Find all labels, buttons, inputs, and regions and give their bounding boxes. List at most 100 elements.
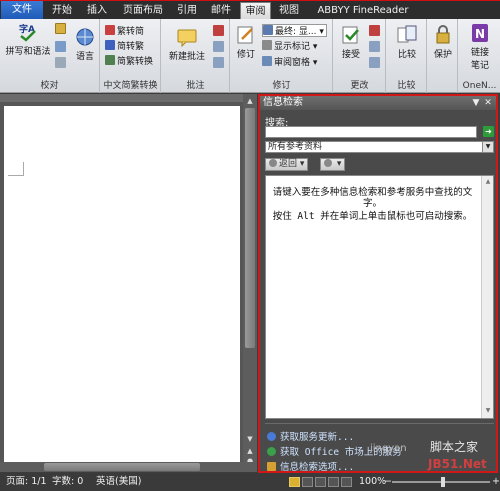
tab-insert[interactable]: 插入 — [82, 2, 112, 19]
close-icon[interactable]: ✕ — [482, 96, 494, 110]
tab-home[interactable]: 开始 — [47, 2, 77, 19]
research-results: 请键入要在多种信息检索和参考服务中查找的文 字。 按住 Alt 并在单词上单击鼠… — [265, 175, 494, 419]
document-area: ▲ ▼ ▲ ● — [0, 94, 257, 472]
outline-view-icon[interactable] — [328, 477, 339, 487]
delete-comment-icon[interactable] — [213, 25, 224, 36]
language-button[interactable]: 语言 — [72, 27, 98, 62]
vertical-scroll-thumb[interactable] — [245, 108, 255, 348]
previous-change-icon[interactable] — [369, 41, 380, 52]
tab-review[interactable]: 审阅 — [240, 2, 271, 19]
print-layout-view-icon[interactable] — [289, 477, 300, 487]
compare-label: 比较 — [397, 50, 416, 60]
next-comment-icon[interactable] — [213, 57, 224, 68]
tab-page-layout[interactable]: 页面布局 — [117, 2, 169, 19]
compare-button[interactable]: 比较 — [393, 25, 421, 60]
forward-button[interactable]: ▾ — [320, 158, 346, 171]
results-scrollbar[interactable]: ▲ ▼ — [481, 176, 493, 418]
group-compare-label: 比较 — [397, 81, 416, 91]
full-screen-view-icon[interactable] — [302, 477, 313, 487]
spelling-grammar-button[interactable]: 字A 拼写和语法 — [3, 22, 53, 57]
chinese-conversion-button[interactable]: 简繁转换 — [105, 55, 153, 68]
trad-to-simp-button[interactable]: 繁转简 — [105, 25, 144, 38]
new-comment-button[interactable]: 新建批注 — [164, 27, 210, 62]
page-count[interactable]: 页面: 1/1 — [6, 473, 47, 491]
scroll-up-icon[interactable]: ▲ — [245, 96, 255, 106]
word-count-icon[interactable] — [55, 57, 66, 68]
tab-file[interactable]: 文件 — [1, 1, 43, 19]
vertical-scrollbar[interactable]: ▲ ▼ ▲ ● — [243, 94, 257, 472]
chinese-conversion-icon — [105, 55, 115, 65]
document-page[interactable] — [4, 106, 240, 468]
pane-divider — [265, 423, 494, 424]
reviewing-pane-button[interactable]: 审阅窗格 ▾ — [262, 56, 317, 69]
ruler — [0, 94, 257, 102]
back-button[interactable]: 返回 ▾ — [265, 158, 309, 171]
trad-to-simp-label: 繁转简 — [117, 27, 145, 37]
tab-view[interactable]: 视图 — [274, 2, 304, 19]
horizontal-scrollbar[interactable] — [0, 462, 257, 472]
group-chinese-conversion-label: 中文简繁转换 — [103, 81, 158, 91]
research-pane-header: 信息检索 ▼ ✕ — [260, 96, 496, 110]
protect-label: 保护 — [433, 50, 452, 60]
research-options-link[interactable]: 信息检索选项... — [267, 459, 354, 473]
display-review-icon — [263, 25, 273, 35]
zoom-slider-thumb[interactable] — [441, 477, 445, 487]
trad-to-simp-icon — [105, 25, 115, 35]
simp-to-trad-button[interactable]: 简转繁 — [105, 40, 144, 53]
track-changes-icon — [237, 26, 253, 44]
tab-references[interactable]: 引用 — [172, 2, 202, 19]
protect-button[interactable]: 保护 — [430, 25, 456, 60]
get-updates-label: 获取服务更新... — [280, 432, 355, 443]
word-count[interactable]: 字数: 0 — [52, 473, 83, 491]
globe-icon — [267, 447, 276, 456]
tab-mailings[interactable]: 邮件 — [206, 2, 236, 19]
track-changes-button[interactable]: 修订 — [233, 25, 259, 60]
onenote-icon: N — [472, 24, 488, 42]
reference-source-select[interactable]: 所有参考资料 ▼ — [265, 141, 494, 153]
pane-options-icon[interactable]: ▼ — [470, 96, 482, 110]
research-icon[interactable] — [55, 23, 66, 34]
spelling-grammar-label: 拼写和语法 — [5, 47, 51, 57]
draft-view-icon[interactable] — [341, 477, 352, 487]
results-scroll-down-icon[interactable]: ▼ — [483, 406, 493, 416]
accept-label: 接受 — [341, 50, 360, 60]
linked-notes-label-1: 链接 — [470, 48, 489, 58]
zoom-out-button[interactable]: − — [384, 473, 392, 491]
show-markup-button[interactable]: 显示标记 ▾ — [262, 40, 317, 53]
results-hint-line-2: 字。 — [362, 198, 382, 209]
next-change-icon[interactable] — [369, 57, 380, 68]
previous-comment-icon[interactable] — [213, 41, 224, 52]
search-input[interactable] — [265, 126, 477, 138]
accept-button[interactable]: 接受 — [337, 25, 365, 60]
window-top-border — [0, 0, 500, 1]
group-proofing-label: 校对 — [40, 81, 59, 91]
thesaurus-icon[interactable] — [55, 41, 66, 52]
track-changes-label: 修订 — [236, 50, 255, 60]
tab-abbyy[interactable]: ABBYY FineReader 11 — [310, 2, 416, 33]
status-bar: 页面: 1/1 字数: 0 英语(美国) 100% − + — [0, 473, 500, 491]
prev-page-icon[interactable]: ▲ — [245, 446, 255, 456]
options-icon — [267, 462, 276, 471]
reject-icon[interactable] — [369, 25, 380, 36]
chinese-conversion-label: 简繁转换 — [117, 57, 154, 67]
web-layout-view-icon[interactable] — [315, 477, 326, 487]
group-tracking: 修订 最终: 显... ▾ 显示标记 ▾ 审阅窗格 ▾ 修订 — [231, 19, 333, 93]
start-search-icon[interactable]: ➜ — [483, 126, 494, 137]
language-indicator[interactable]: 英语(美国) — [96, 473, 141, 491]
get-updates-link[interactable]: 获取服务更新... — [267, 429, 354, 443]
chevron-down-icon[interactable]: ▼ — [482, 142, 493, 152]
display-for-review-select[interactable]: 最终: 显... ▾ — [262, 24, 327, 37]
horizontal-scroll-thumb[interactable] — [44, 463, 200, 471]
zoom-in-button[interactable]: + — [492, 473, 500, 491]
group-proofing: 字A 拼写和语法 语言 校对 — [0, 19, 100, 93]
simp-to-trad-label: 简转繁 — [117, 42, 145, 52]
group-changes: 接受 更改 — [334, 19, 386, 93]
ribbon-tab-row: 文件 开始 插入 页面布局 引用 邮件 审阅 视图 ABBYY FineRead… — [0, 0, 500, 33]
scroll-down-icon[interactable]: ▼ — [245, 434, 255, 444]
office-marketplace-link[interactable]: 获取 Office 市场上的服务 — [267, 444, 402, 458]
zoom-level[interactable]: 100% — [359, 473, 386, 491]
linked-notes-button[interactable]: N 链接 笔记 — [463, 23, 497, 71]
results-scroll-up-icon[interactable]: ▲ — [483, 177, 493, 187]
group-chinese-conversion: 繁转简 简转繁 简繁转换 中文简繁转换 — [101, 19, 161, 93]
show-markup-icon — [262, 40, 272, 50]
